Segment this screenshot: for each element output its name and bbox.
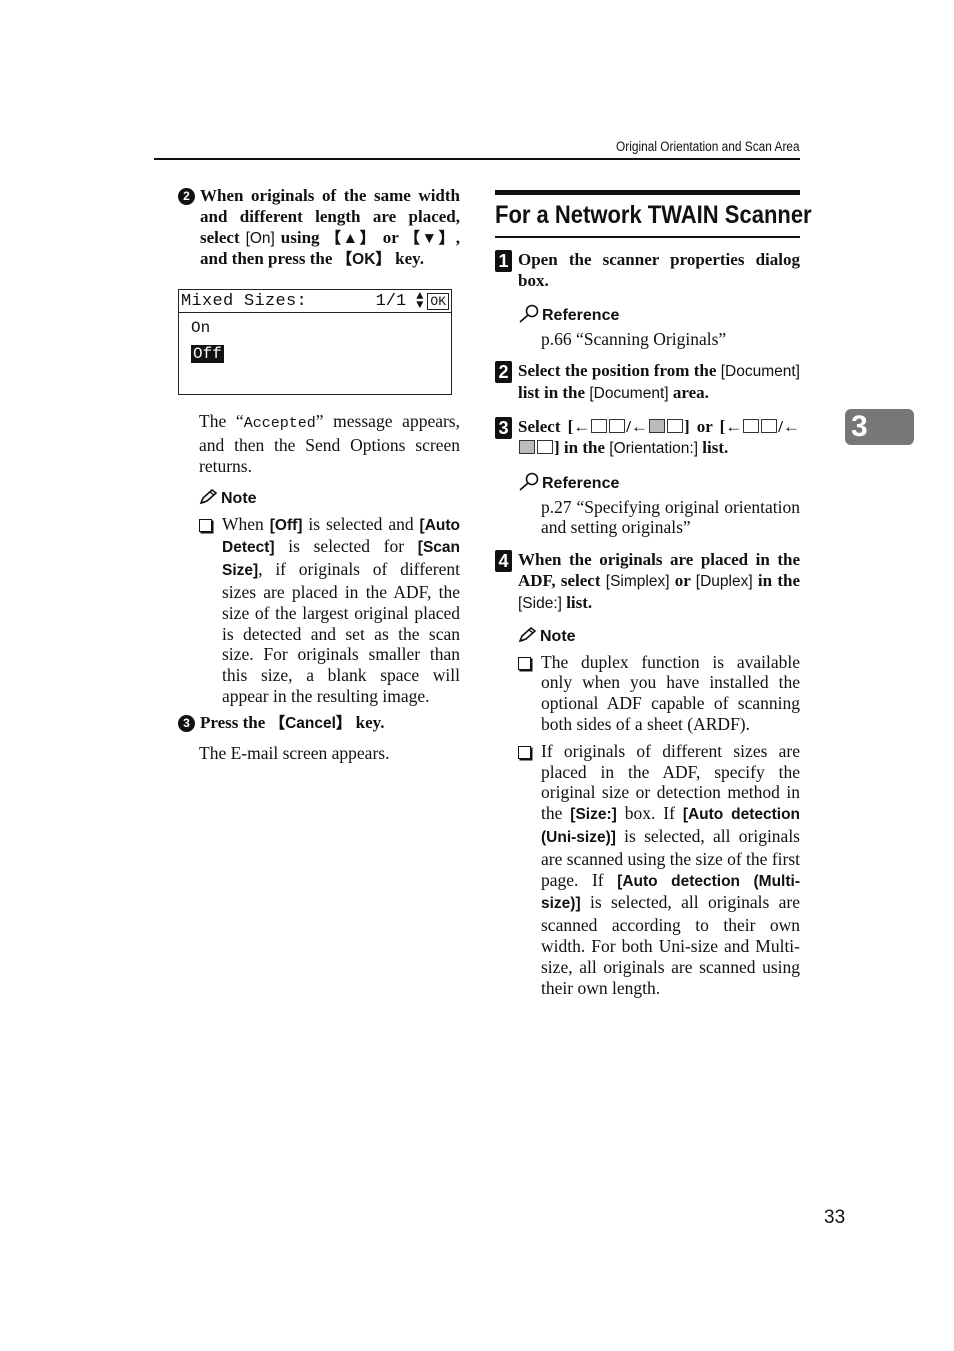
- reference-title: Reference: [542, 475, 620, 493]
- magnifier-icon: [518, 304, 540, 329]
- substep-number: 3: [178, 714, 195, 732]
- step-text: Select: [518, 416, 568, 436]
- reference-heading: Reference: [518, 472, 800, 497]
- key-up-arrow: 【▲】: [325, 229, 377, 247]
- note-text: is selected and: [302, 513, 420, 534]
- key-simplex: [Simplex]: [605, 572, 670, 590]
- step-text: list in the: [518, 383, 590, 403]
- step-text: area.: [668, 383, 709, 403]
- step-3: 3 Select [←/←] or [←/←] in the [Orientat…: [495, 416, 800, 460]
- pencil-icon: [518, 626, 537, 648]
- key-document: [Document]: [720, 363, 800, 381]
- note-block: Note When [Off] is selected and [Auto De…: [199, 488, 460, 707]
- note-heading: Note: [518, 626, 800, 648]
- note-text: The duplex function is available only wh…: [541, 651, 800, 734]
- header-rule: [154, 158, 800, 160]
- lcd-page-indicator: 1/1: [375, 291, 407, 311]
- key-on: [On]: [245, 229, 275, 247]
- step-number: 3: [495, 416, 512, 439]
- lcd-ok-button: OK: [427, 292, 449, 310]
- step-text: in the: [752, 570, 801, 590]
- note-text: is selected, all originals are scanned a…: [541, 892, 800, 998]
- step-text: key.: [390, 249, 424, 269]
- lcd-option-label: On: [191, 319, 211, 338]
- note-title: Note: [540, 628, 576, 646]
- step-text: or: [669, 570, 696, 590]
- reference-heading: Reference: [518, 304, 800, 329]
- reference-link[interactable]: p.27 “Specifying original orientation an…: [541, 497, 800, 539]
- para-text: The “: [199, 411, 244, 432]
- step-1: 1 Open the scanner properties dialog box…: [495, 250, 800, 292]
- accepted-code: Accepted: [243, 415, 316, 433]
- step-text: or: [376, 227, 405, 247]
- left-column: 2 When originals of the same width and d…: [178, 186, 460, 763]
- step-text: Select the position from the: [518, 361, 721, 381]
- step-number: 1: [495, 250, 512, 272]
- accepted-paragraph: The “Accepted” message appears, and then…: [199, 411, 460, 476]
- right-column: For a Network TWAIN Scanner 1 Open the s…: [495, 190, 812, 999]
- note-text: When: [222, 513, 270, 534]
- step-text: Press the: [200, 712, 270, 732]
- key-orientation: [Orientation:]: [609, 439, 699, 457]
- checkbox-bullet-icon: [199, 518, 212, 532]
- reference-title: Reference: [542, 307, 620, 325]
- orientation-readable-portrait-icon: ←/←: [573, 417, 684, 436]
- lcd-screen: Mixed Sizes: 1/1 ▲ ▼ OK On Off: [178, 289, 452, 396]
- substep-2: 2 When originals of the same width and d…: [178, 186, 460, 271]
- lcd-title: Mixed Sizes:: [181, 291, 308, 311]
- lcd-option-on: On: [179, 319, 451, 339]
- key-ok: 【OK】: [336, 251, 391, 269]
- pencil-icon: [199, 488, 218, 510]
- step-text: list.: [561, 592, 593, 612]
- reference-link[interactable]: p.66 “Scanning Originals”: [541, 329, 800, 350]
- key-down-arrow: 【▼】: [404, 229, 456, 247]
- step-2: 2 Select the position from the [Document…: [495, 361, 800, 405]
- running-head: Original Orientation and Scan Area: [616, 139, 800, 154]
- note-text: is selected for: [274, 536, 418, 557]
- key-duplex: [Duplex]: [695, 572, 753, 590]
- magnifier-icon: [518, 472, 540, 497]
- email-paragraph: The E-mail screen appears.: [199, 742, 390, 763]
- step-text: list.: [698, 437, 729, 457]
- step-text: or: [689, 416, 720, 436]
- note-heading: Note: [199, 488, 460, 510]
- step-text: using: [274, 227, 326, 247]
- note-item: The duplex function is available only wh…: [518, 652, 800, 735]
- substep-number: 2: [178, 188, 195, 205]
- lcd-option-off: Off: [179, 345, 451, 365]
- section-header: For a Network TWAIN Scanner: [495, 190, 812, 238]
- lcd-option-label: Off: [191, 345, 224, 364]
- key-size: [Size:]: [570, 806, 617, 824]
- note-block: Note The duplex function is available on…: [518, 626, 800, 999]
- key-cancel: 【Cancel】: [269, 714, 352, 732]
- checkbox-bullet-icon: [518, 745, 531, 759]
- checkbox-bullet-icon: [518, 656, 531, 670]
- step-number: 4: [495, 550, 512, 573]
- step-number: 2: [495, 361, 512, 384]
- note-item: If originals of different sizes are plac…: [518, 741, 800, 999]
- step-4: 4 When the originals are placed in the A…: [495, 550, 800, 614]
- note-text: , if originals of different sizes are pl…: [222, 559, 460, 706]
- note-text: box. If: [616, 803, 683, 824]
- note-item: When [Off] is selected and [Auto Detect]…: [199, 514, 460, 707]
- up-down-arrows-icon: ▲ ▼: [416, 289, 424, 313]
- key-document-area: [Document]: [589, 385, 669, 403]
- key-side: [Side:]: [518, 594, 562, 612]
- step-text: in the: [559, 437, 610, 457]
- page-number: 33: [824, 1207, 846, 1228]
- note-title: Note: [221, 490, 257, 508]
- chapter-tab: 3: [845, 409, 914, 445]
- step-text: key.: [351, 712, 385, 732]
- step-text: Open the scanner properties dialog box.: [518, 250, 800, 290]
- lcd-header: Mixed Sizes: 1/1 ▲ ▼ OK: [179, 289, 451, 314]
- substep-3: 3 Press the 【Cancel】 key.: [178, 713, 460, 735]
- key-off: [Off]: [269, 516, 303, 534]
- section-title: For a Network TWAIN Scanner: [495, 201, 812, 229]
